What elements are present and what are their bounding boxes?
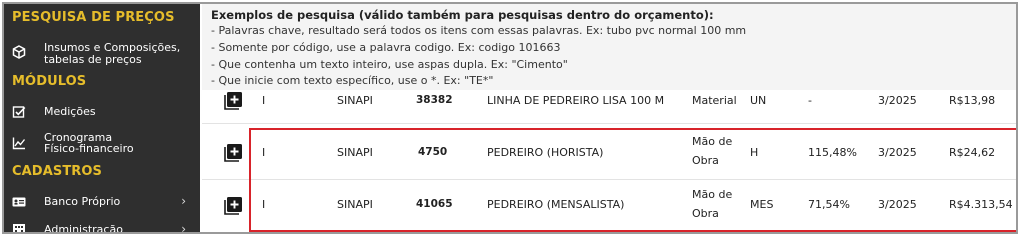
sidebar-item-label: Medições [44,105,96,118]
cell-codigo: 38382 [416,94,453,106]
sidebar-item-cronograma[interactable]: Cronograma Físico-financeiro [4,128,200,156]
hint-line: - Que contenha um texto inteiro, use asp… [211,58,568,71]
row-divider [202,123,1016,124]
add-item-icon[interactable] [224,144,242,162]
search-hint-box: Exemplos de pesquisa (válido também para… [202,4,1016,90]
sidebar-item-label-2: tabelas de preços [44,53,142,66]
cell-tipo: I [262,94,266,107]
app-frame: PESQUISA DE PREÇOS Insumos e Composições… [2,2,1018,234]
cell-encargos: - [808,94,812,107]
sidebar-item-banco-proprio[interactable]: Banco Próprio › [4,190,200,214]
hint-line: - Que inicie com texto específico, use o… [211,74,494,87]
cell-unidade: UN [750,94,767,107]
chart-line-icon [12,137,26,150]
highlight-box [249,128,1016,232]
section-pesquisa: PESQUISA DE PREÇOS [12,10,175,25]
hint-line: - Palavras chave, resultado será todos o… [211,24,747,37]
id-card-icon [12,197,26,207]
building-icon [13,224,25,232]
sidebar-item-label: Administração [44,223,123,234]
cell-descricao: LINHA DE PEDREIRO LISA 100 M [487,94,665,107]
checkbox-icon [12,106,26,118]
sidebar: PESQUISA DE PREÇOS Insumos e Composições… [4,4,200,232]
hint-line: - Somente por código, use a palavra codi… [211,41,561,54]
sidebar-item-insumos[interactable]: Insumos e Composições, tabelas de preços [4,38,200,68]
cell-data: 3/2025 [878,94,917,107]
cell-preco: R$13,98 [949,94,996,107]
chevron-right-icon: › [181,194,186,208]
sidebar-item-label: Banco Próprio [44,195,121,208]
sidebar-item-label: Insumos e Composições, [44,41,181,54]
sidebar-item-medicoes[interactable]: Medições [4,100,200,124]
hint-title: Exemplos de pesquisa (válido também para… [211,8,714,22]
sidebar-item-label-2: Físico-financeiro [44,142,134,155]
add-item-icon[interactable] [224,197,242,215]
sidebar-item-administracao[interactable]: Administração › [4,218,200,234]
add-item-icon[interactable] [224,92,242,110]
section-cadastros: CADASTROS [12,164,103,179]
section-modulos: MÓDULOS [12,74,87,89]
chevron-right-icon: › [181,222,186,234]
cube-icon [12,45,26,59]
cell-fonte: SINAPI [337,94,373,107]
cell-classe: Material [692,94,737,107]
